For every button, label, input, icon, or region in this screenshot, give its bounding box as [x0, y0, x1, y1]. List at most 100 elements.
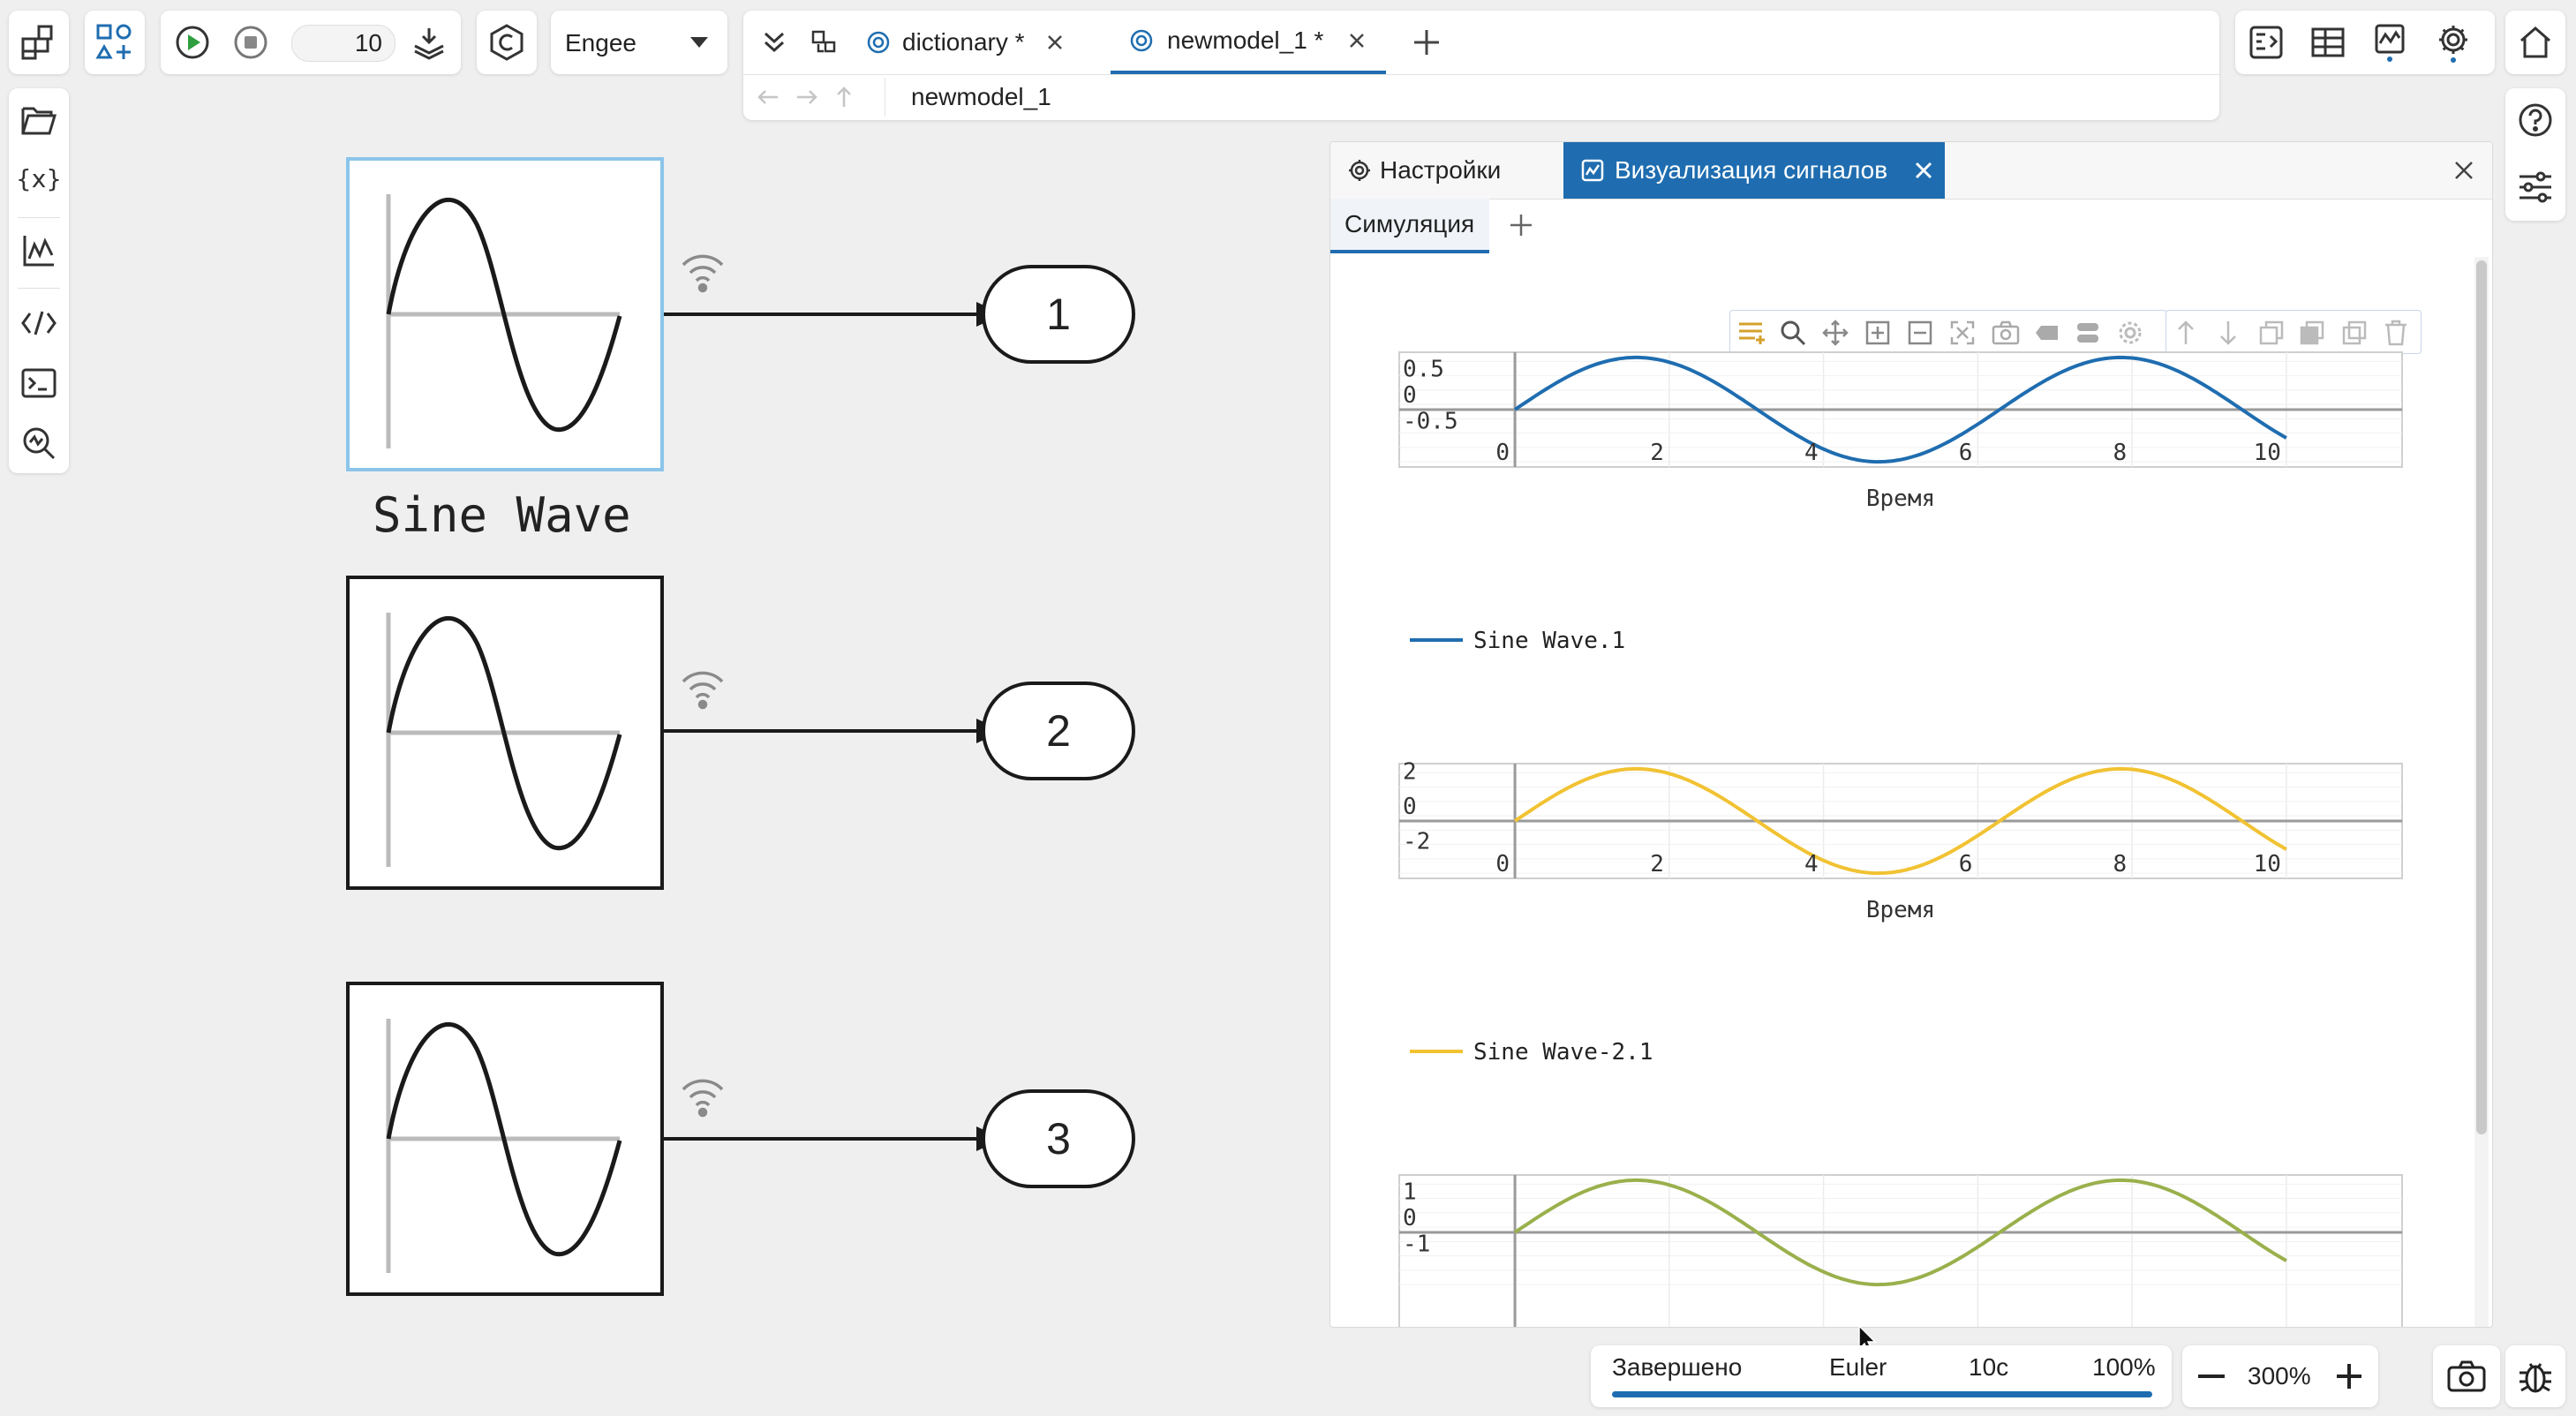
y-tick-label: 1 — [1403, 1179, 1417, 1205]
close-icon[interactable] — [1348, 32, 1366, 49]
status-state: Завершено — [1612, 1353, 1743, 1381]
step-input[interactable]: 10 — [291, 25, 395, 62]
help-group — [2505, 88, 2565, 221]
x-tick-label: 0 — [1495, 440, 1510, 466]
terminal-icon[interactable] — [9, 355, 69, 411]
y-tick-label: 0 — [1403, 794, 1417, 820]
add-blocks-icon[interactable] — [85, 11, 145, 74]
camera-icon[interactable] — [2433, 1345, 2500, 1407]
collapse-toolbar-icon[interactable] — [752, 18, 796, 67]
x-tick-label: 4 — [1804, 851, 1819, 877]
status-time: 10с — [1969, 1353, 2009, 1381]
wire-2[interactable] — [664, 719, 1003, 743]
codegen-group — [477, 11, 537, 74]
sine-wave-icon — [386, 1019, 622, 1273]
editor-tabs-bar: dictionary * newmodel_1 * newmodel_1 — [743, 11, 2219, 120]
variables-icon[interactable]: {x} — [9, 150, 69, 207]
sine-wave-icon — [386, 194, 622, 448]
signal-logging-icon[interactable] — [678, 666, 727, 712]
svg-text:{x}: {x} — [19, 164, 59, 193]
folder-icon[interactable] — [9, 92, 69, 148]
legend-label[interactable]: Sine Wave-2.1 — [1473, 1039, 1653, 1066]
block-label[interactable]: Sine Wave — [373, 487, 631, 543]
sliders-icon[interactable] — [2505, 155, 2565, 219]
x-tick-label: 8 — [2113, 851, 2127, 877]
home-group — [2505, 11, 2565, 74]
x-tick-label: 2 — [1650, 440, 1664, 466]
add-tab-icon[interactable] — [1402, 18, 1451, 67]
tab-dictionary[interactable]: dictionary * — [856, 11, 1068, 74]
app-menu-group — [9, 11, 69, 74]
back-arrow-icon[interactable] — [752, 81, 784, 113]
help-icon[interactable] — [2505, 88, 2565, 152]
screenshot-group — [2433, 1345, 2500, 1407]
bug-icon[interactable] — [2505, 1345, 2565, 1407]
status-solver[interactable]: Euler — [1829, 1345, 1887, 1390]
model-icon — [867, 31, 890, 54]
run-icon[interactable] — [169, 19, 215, 65]
sidebar-divider — [18, 217, 60, 218]
output-port-1[interactable]: 1 — [982, 265, 1135, 364]
table-icon[interactable] — [2302, 18, 2354, 67]
x-tick-label: 10 — [2254, 851, 2281, 877]
wire-3[interactable] — [664, 1126, 1003, 1151]
debug-group — [2505, 1345, 2565, 1407]
zoom-in-button[interactable] — [2327, 1354, 2371, 1398]
y-tick-label: 0 — [1403, 382, 1417, 409]
output-port-3[interactable]: 3 — [982, 1089, 1135, 1188]
port-number: 2 — [1046, 706, 1071, 756]
add-block-group — [85, 11, 145, 74]
zoom-level: 300% — [2248, 1362, 2311, 1390]
wire-1[interactable] — [664, 302, 1003, 327]
y-tick-label: 2 — [1403, 759, 1417, 786]
home-icon[interactable] — [2505, 11, 2565, 74]
up-arrow-icon[interactable] — [828, 81, 860, 113]
progress-track — [1612, 1391, 2152, 1397]
stop-icon[interactable] — [228, 19, 274, 65]
scrollbar-thumb[interactable] — [2476, 260, 2487, 1134]
left-sidebar: {x} — [9, 88, 69, 473]
signal-plots: 0.50-0.50 2 4 6 8 10ВремяSine Wave.120-20 2 4 6 8… — [1398, 351, 2403, 1327]
engine-select[interactable]: Engee — [551, 11, 727, 74]
plot-frame[interactable] — [1398, 1174, 2403, 1327]
tab-dictionary-label: dictionary * — [902, 28, 1025, 56]
legend-label[interactable]: Sine Wave.1 — [1473, 628, 1625, 654]
zoom-out-button[interactable] — [2189, 1354, 2233, 1398]
y-tick-label: -2 — [1403, 828, 1430, 855]
model-icon — [1130, 29, 1153, 52]
export-icon[interactable] — [406, 19, 452, 65]
simulation-controls: 10 — [161, 11, 461, 74]
blocks-library-icon[interactable] — [9, 11, 69, 74]
switch-view-icon[interactable] — [802, 18, 846, 67]
close-icon[interactable] — [1046, 34, 1064, 51]
codegen-icon[interactable] — [477, 11, 537, 74]
port-number: 3 — [1046, 1114, 1071, 1164]
x-tick-label: 6 — [1959, 440, 1973, 466]
gear-icon[interactable] — [2428, 18, 2479, 67]
tab-newmodel-label: newmodel_1 * — [1167, 26, 1324, 54]
code-window-icon[interactable] — [2241, 18, 2292, 67]
sine-wave-block-3[interactable] — [346, 982, 664, 1296]
breadcrumb[interactable]: newmodel_1 — [911, 83, 1051, 111]
signal-logging-icon[interactable] — [678, 1073, 727, 1119]
step-input-value: 10 — [354, 29, 382, 56]
code-icon[interactable] — [9, 295, 69, 351]
sine-wave-block-2[interactable] — [346, 576, 664, 890]
x-tick-label: 0 — [1495, 851, 1510, 877]
signal-panel: Настройки Визуализация сигналов Симуляци… — [1329, 141, 2493, 1328]
sine-wave-block-1[interactable] — [346, 157, 664, 471]
x-tick-label: 4 — [1804, 440, 1819, 466]
x-tick-label: 8 — [2113, 440, 2127, 466]
signal-visualization-icon[interactable] — [2364, 18, 2415, 67]
chart-icon[interactable] — [9, 222, 69, 279]
output-port-2[interactable]: 2 — [982, 682, 1135, 780]
x-tick-label: 2 — [1650, 851, 1664, 877]
x-axis-label: Время — [1866, 486, 1935, 512]
x-tick-label: 6 — [1959, 851, 1973, 877]
inspect-icon[interactable] — [9, 415, 69, 471]
x-tick-label: 10 — [2254, 440, 2281, 466]
right-tools-group — [2235, 11, 2495, 74]
tab-newmodel[interactable]: newmodel_1 * — [1111, 11, 1386, 74]
forward-arrow-icon[interactable] — [791, 81, 823, 113]
signal-logging-icon[interactable] — [678, 249, 727, 295]
